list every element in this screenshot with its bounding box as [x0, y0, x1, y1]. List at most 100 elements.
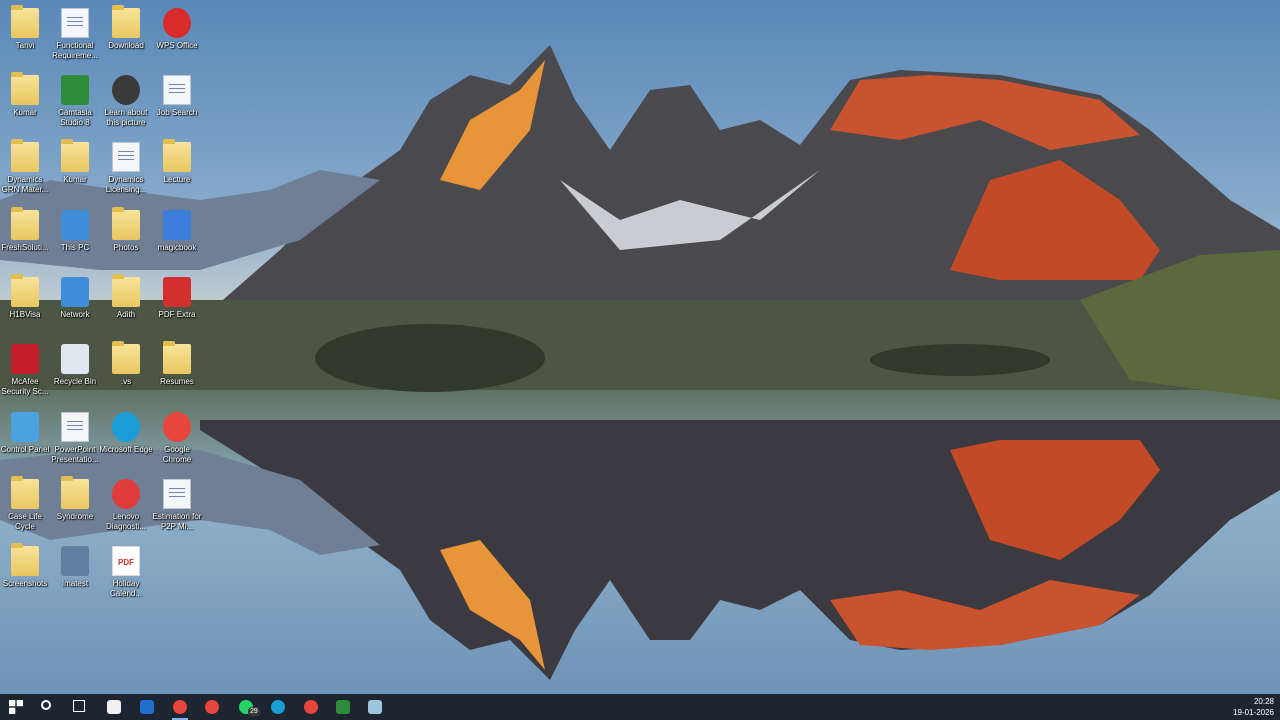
user-folder-icon: [61, 139, 89, 172]
taskbar-search-button[interactable]: [38, 697, 58, 717]
desktop-icon[interactable]: Syndrome: [50, 475, 100, 541]
desktop-icon-label: Functional Requireme...: [52, 41, 98, 60]
desktop-icon[interactable]: McAfee Security Sc...: [0, 340, 50, 406]
pdf-extra-icon: [163, 277, 191, 307]
desktop-icon[interactable]: Photos: [101, 206, 151, 272]
this-pc-icon: [61, 210, 89, 240]
desktop-icon[interactable]: Functional Requireme...: [50, 4, 100, 70]
desktop-icon[interactable]: Case Life Cycle: [0, 475, 50, 541]
desktop-icon-label: Holiday Calend...: [109, 579, 143, 598]
folder-icon: [112, 341, 140, 374]
desktop-icon[interactable]: PDF Extra: [152, 273, 202, 339]
desktop-icon-label: PDF Extra: [158, 310, 196, 319]
desktop-icon-label: Learn about this picture: [104, 108, 148, 127]
folder-icon: [112, 5, 140, 38]
document-icon: [61, 412, 89, 442]
chrome-icon: [205, 700, 219, 714]
desktop-icon[interactable]: Imatest: [50, 542, 100, 608]
desktop-icon[interactable]: PowerPoint Presentatio...: [50, 408, 100, 474]
desktop-icon-label: Photos: [113, 243, 139, 252]
folder-icon: [11, 139, 39, 172]
edge-icon: [271, 700, 285, 714]
chrome-icon: [163, 412, 191, 442]
desktop-icon-label: Syndrome: [56, 512, 94, 521]
document-icon: [112, 142, 140, 172]
folder-icon: [11, 543, 39, 576]
mcafee-icon: [11, 344, 39, 374]
taskbar-task-view-button[interactable]: [70, 697, 90, 717]
pdf-icon: [112, 546, 140, 576]
desktop-icon[interactable]: H1BVisa: [0, 273, 50, 339]
desktop-icon-label: magicbook: [157, 243, 197, 252]
desktop-icon[interactable]: This PC: [50, 206, 100, 272]
desktop-icon[interactable]: Network: [50, 273, 100, 339]
desktop-icon[interactable]: Download: [101, 4, 151, 70]
folder-icon: [163, 139, 191, 172]
taskbar-store-button[interactable]: [104, 697, 124, 717]
desktop-icon[interactable]: Microsoft Edge: [99, 408, 153, 474]
outlook-icon: [140, 700, 154, 714]
desktop-icon[interactable]: Adith: [101, 273, 151, 339]
document-icon: [163, 75, 191, 105]
taskbar-chrome-button[interactable]: [170, 697, 190, 720]
desktop-icon[interactable]: Resumes: [152, 340, 202, 406]
desktop-icon-label: Google Chrome: [162, 445, 192, 464]
desktop-icon[interactable]: Kumar: [0, 71, 50, 137]
desktop-icon[interactable]: WPS Office: [152, 4, 202, 70]
desktop-icon[interactable]: Learn about this picture: [101, 71, 151, 137]
desktop-icon[interactable]: Recycle Bin: [50, 340, 100, 406]
desktop-icon[interactable]: FreshSoluti...: [0, 206, 50, 272]
taskbar-notepad-button[interactable]: [365, 697, 385, 717]
search-icon: [41, 700, 51, 710]
desktop-icon[interactable]: Kumar: [50, 138, 100, 204]
taskbar-whatsapp-button[interactable]: 29: [236, 697, 260, 717]
document-icon: [163, 479, 191, 509]
desktop-icon-label: Lecture: [163, 175, 191, 184]
desktop-icon[interactable]: Job Search: [152, 71, 202, 137]
desktop-icon-label: Download: [108, 41, 144, 50]
desktop-icon[interactable]: Camtasia Studio 8: [50, 71, 100, 137]
store-icon: [107, 700, 121, 714]
desktop-icon[interactable]: Holiday Calend...: [101, 542, 151, 608]
desktop-icon-label: .vs: [120, 377, 132, 386]
taskbar-camtasia-button[interactable]: [333, 697, 353, 717]
taskbar-edge-button[interactable]: [268, 697, 288, 717]
wps-office-icon: [163, 8, 191, 38]
desktop-icon[interactable]: .vs: [101, 340, 151, 406]
desktop-icon-label: Resumes: [160, 377, 194, 386]
desktop-icon-label: FreshSoluti...: [1, 243, 49, 252]
system-clock[interactable]: 20:28 19-01-2026: [1233, 696, 1274, 718]
desktop-icon[interactable]: Google Chrome: [152, 408, 202, 474]
desktop-icon-label: Dynamics Licensing...: [105, 175, 147, 194]
desktop-icon[interactable]: Tanvi: [0, 4, 50, 70]
taskbar-start-button[interactable]: [6, 697, 26, 717]
control-panel-icon: [11, 412, 39, 442]
desktop-icon[interactable]: Dynamics Licensing...: [101, 138, 151, 204]
desktop-icon[interactable]: Lenovo Diagnosti...: [101, 475, 151, 541]
taskbar-chrome-button[interactable]: [301, 697, 321, 717]
document-icon: [61, 8, 89, 38]
desktop-icon-label: Screenshots: [2, 579, 48, 588]
taskbar: 29 20:28 19-01-2026: [0, 694, 1280, 720]
desktop-icon-label: Lenovo Diagnosti...: [105, 512, 147, 531]
taskbar-chrome-button[interactable]: [202, 697, 222, 717]
desktop-icon-label: Network: [60, 310, 90, 319]
desktop-icon-label: Camtasia Studio 8: [58, 108, 92, 127]
desktop-icon[interactable]: Control Panel: [0, 408, 50, 474]
folder-icon: [163, 341, 191, 374]
notepad-icon: [368, 700, 382, 714]
desktop-icon-label: Estimation for P2P Mi...: [152, 512, 202, 531]
folder-icon: [11, 207, 39, 240]
desktop-icon-label: PowerPoint Presentatio...: [51, 445, 99, 464]
desktop-icon[interactable]: Dynamics GRN Mater...: [0, 138, 50, 204]
desktop-icon[interactable]: magicbook: [152, 206, 202, 272]
imatest-icon: [61, 546, 89, 576]
desktop-icon[interactable]: Screenshots: [0, 542, 50, 608]
learn-about-picture-icon: [112, 75, 140, 105]
notification-badge: 29: [248, 707, 260, 716]
recycle-bin-icon: [61, 344, 89, 374]
desktop-icon[interactable]: Lecture: [152, 138, 202, 204]
taskbar-outlook-button[interactable]: [137, 697, 157, 717]
task-view-icon: [73, 700, 85, 712]
desktop-icon[interactable]: Estimation for P2P Mi...: [152, 475, 202, 541]
